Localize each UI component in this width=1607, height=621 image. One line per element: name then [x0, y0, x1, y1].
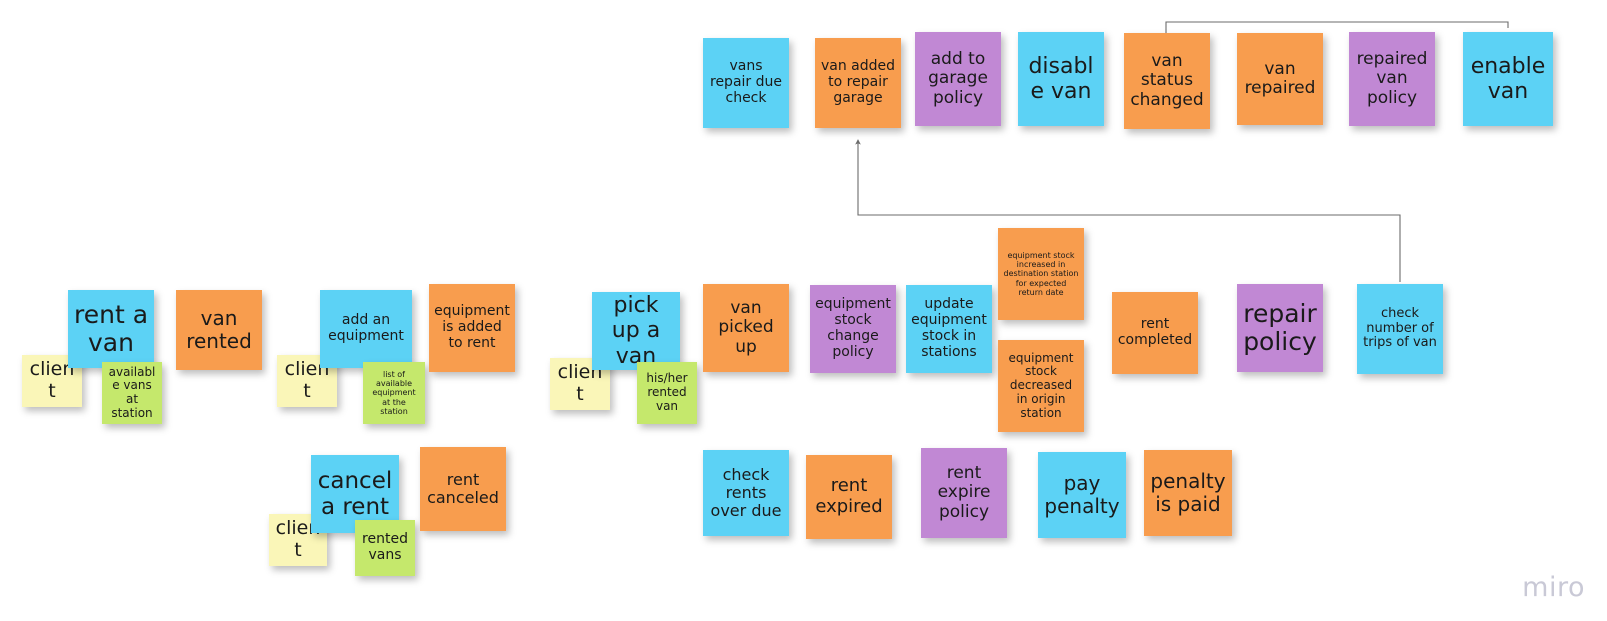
sticky-note-his-her-rented-van[interactable]: his/her rented van [637, 362, 697, 424]
sticky-note-label: list of available equipment at the stati… [372, 370, 416, 416]
sticky-note-label: equipment is added to rent [434, 303, 510, 351]
sticky-note-label: rent completed [1117, 316, 1193, 348]
sticky-note-van-picked-up[interactable]: van picked up [703, 284, 789, 372]
sticky-note-add-to-garage-policy[interactable]: add to garage policy [915, 32, 1001, 126]
sticky-note-available-vans-at-station[interactable]: available vans at station [102, 362, 162, 424]
sticky-note-update-equipment-stock-in-stations[interactable]: update equipment stock in stations [906, 285, 992, 373]
sticky-note-van-added-to-repair-garage[interactable]: van added to repair garage [815, 38, 901, 128]
sticky-note-rent-expire-policy[interactable]: rent expire policy [921, 448, 1007, 538]
sticky-note-label: update equipment stock in stations [911, 296, 987, 360]
sticky-note-equipment-stock-decreased[interactable]: equipment stock decreased in origin stat… [998, 340, 1084, 432]
sticky-note-disable-van[interactable]: disable van [1018, 32, 1104, 126]
sticky-note-pay-penalty[interactable]: pay penalty [1038, 452, 1126, 538]
miro-board-canvas[interactable]: vans repair due check van added to repair… [0, 0, 1607, 621]
sticky-note-label: van added to repair garage [820, 58, 896, 106]
sticky-note-equipment-stock-change-policy[interactable]: equipment stock change policy [810, 285, 896, 373]
sticky-note-label: available vans at station [108, 364, 156, 420]
sticky-note-rent-completed[interactable]: rent completed [1112, 292, 1198, 374]
sticky-note-penalty-is-paid[interactable]: penalty is paid [1144, 450, 1232, 536]
sticky-note-rented-vans[interactable]: rented vans [355, 520, 415, 576]
sticky-note-label: his/her rented van [646, 371, 688, 413]
sticky-note-rent-canceled[interactable]: rent canceled [420, 447, 506, 531]
sticky-note-label: vans repair due check [710, 58, 782, 106]
sticky-note-check-rents-over-due[interactable]: check rents over due [703, 450, 789, 536]
sticky-note-van-rented[interactable]: van rented [176, 290, 262, 370]
sticky-note-equipment-is-added-to-rent[interactable]: equipment is added to rent [429, 284, 515, 372]
sticky-note-add-an-equipment[interactable]: add an equipment [320, 290, 412, 368]
sticky-note-van-repaired[interactable]: van repaired [1237, 33, 1323, 125]
sticky-note-enable-van[interactable]: enable van [1463, 32, 1553, 126]
sticky-note-label: add to garage policy [928, 48, 988, 108]
sticky-note-label: check number of trips of van [1363, 305, 1437, 351]
sticky-note-label: add an equipment [328, 312, 404, 344]
sticky-note-label: cancel a rent [317, 467, 393, 520]
sticky-note-label: penalty is paid [1150, 469, 1226, 516]
sticky-note-label: equipment stock decreased in origin stat… [1008, 350, 1074, 420]
sticky-note-label: equipment stock change policy [815, 296, 891, 360]
connector-enable-van-to-van-status-changed[interactable] [1163, 21, 1509, 41]
sticky-note-label: rented vans [362, 531, 408, 563]
sticky-note-label: repaired van policy [1356, 48, 1428, 108]
sticky-note-list-of-available-equipment[interactable]: list of available equipment at the stati… [363, 362, 425, 424]
sticky-note-repaired-van-policy[interactable]: repaired van policy [1349, 32, 1435, 126]
sticky-note-label: rent a van [73, 299, 149, 357]
sticky-note-vans-repair-due-check[interactable]: vans repair due check [703, 38, 789, 128]
sticky-note-label: check rents over due [710, 464, 782, 521]
sticky-note-label: enable van [1470, 53, 1546, 104]
sticky-note-pick-up-a-van[interactable]: pick up a van [592, 292, 680, 370]
sticky-note-label: van picked up [718, 297, 774, 357]
sticky-note-label: equipment stock increased in destination… [1003, 251, 1079, 297]
sticky-note-label: rent canceled [427, 469, 499, 507]
sticky-note-equipment-stock-increased[interactable]: equipment stock increased in destination… [998, 228, 1084, 320]
sticky-note-rent-a-van[interactable]: rent a van [68, 290, 154, 368]
sticky-note-label: van status changed [1130, 50, 1204, 110]
miro-watermark: miro [1522, 572, 1585, 603]
sticky-note-label: repair policy [1243, 298, 1317, 356]
sticky-note-check-number-of-trips-of-van[interactable]: check number of trips of van [1357, 284, 1443, 374]
sticky-note-van-status-changed[interactable]: van status changed [1124, 33, 1210, 129]
sticky-note-repair-policy[interactable]: repair policy [1237, 284, 1323, 372]
sticky-note-label: pick up a van [611, 293, 661, 369]
sticky-note-label: van repaired [1244, 58, 1316, 98]
sticky-note-label: pay penalty [1044, 471, 1120, 518]
connector-check-trips-to-van-added-to-repair-garage[interactable] [855, 139, 1401, 282]
sticky-note-rent-expired[interactable]: rent expired [806, 455, 892, 539]
sticky-note-label: van rented [186, 306, 252, 353]
sticky-note-label: disable van [1028, 53, 1094, 104]
sticky-note-label: rent expire policy [937, 462, 991, 522]
sticky-note-label: rent expired [815, 475, 883, 517]
